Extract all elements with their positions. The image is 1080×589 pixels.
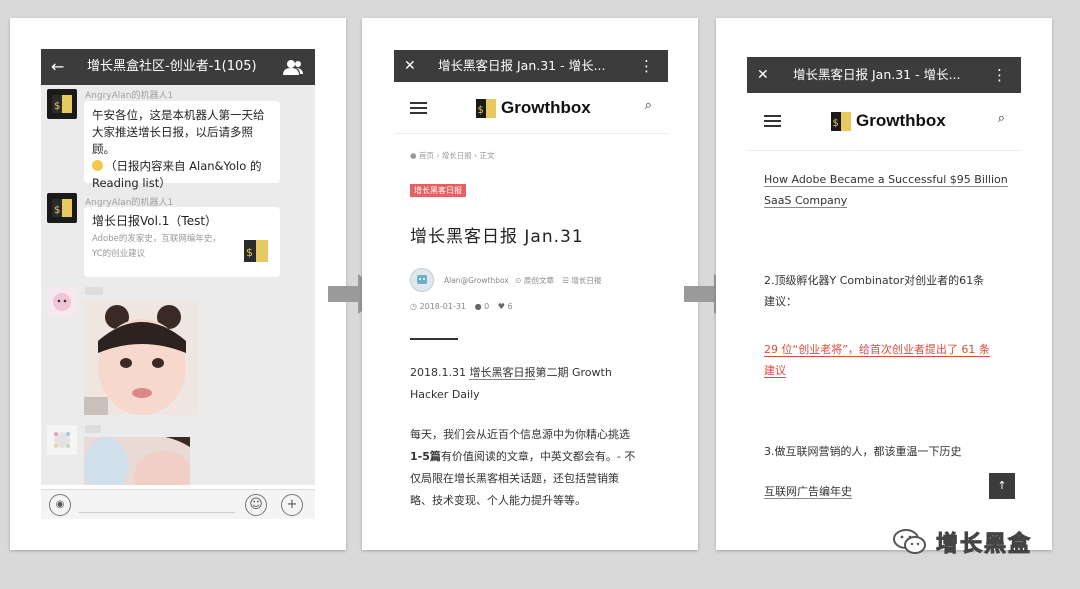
like-count: 6 [507,302,513,311]
page-title: 增长黑客日报 Jan.31 - 增长... [438,58,606,73]
growthbox-logo-icon[interactable]: $ [829,109,853,133]
breadcrumb: ● 首页 › 增长日报 › 正文 [410,150,495,161]
more-options-icon[interactable]: ⋮ [639,50,654,82]
author-name[interactable]: Alan@Growthbox [444,276,509,285]
browser-top-bar: ✕ 增长黑客日报 Jan.31 - 增长... ⋮ [394,50,668,82]
svg-text:$: $ [54,205,60,216]
bot-avatar[interactable]: $ [47,89,77,119]
message-sender: AngryAlan的机器人1 [85,91,174,101]
link-card-message[interactable]: 增长日报Vol.1（Test） Adobe的发家史，互联网编年史， YC的创业建… [84,207,280,277]
title-divider [410,338,458,340]
breadcrumb-category[interactable]: 增长日报 [442,151,472,160]
chat-message-list[interactable]: $ AngryAlan的机器人1 午安各位，这是本机器人第一天给 大家推送增长日… [41,85,315,485]
category-list-icon: ☰ [562,276,569,285]
site-logo-text[interactable]: Growthbox [856,111,946,131]
publish-date: 2018-01-31 [419,302,467,311]
browser-top-bar: ✕ 增长黑客日报 Jan.31 - 增长... ⋮ [747,57,1021,93]
message-line: 午安各位，这是本机器人第一天给 [92,108,265,122]
location-pin-icon: ● [410,151,417,160]
heart-icon[interactable]: ♥ [498,302,505,311]
comment-icon: ● [474,302,482,311]
card-title: 增长日报Vol.1（Test） [92,214,218,228]
photo-message-child[interactable] [84,301,198,415]
message-input-line[interactable] [79,495,235,513]
bot-avatar[interactable]: $ [47,193,77,223]
comment-count: 0 [484,302,490,311]
breadcrumb-home[interactable]: 首页 [419,151,434,160]
hamburger-menu-icon[interactable] [764,115,781,127]
back-to-top-button[interactable]: ↑ [989,473,1015,499]
article-inline-link[interactable]: 增长黑客日报 [469,366,536,380]
emoji-icon[interactable]: ☺ [245,494,267,516]
site-header: $ Growthbox ⌕ [747,93,1021,151]
article-meta: Alan@Growthbox ⊙ 原创文章 ☰ 增长日报 [444,275,601,286]
article-title: 增长黑客日报 Jan.31 [410,227,584,247]
photo-message-partial[interactable] [84,437,190,485]
group-members-icon[interactable] [283,59,303,75]
original-icon: ⊙ [515,276,522,285]
author-avatar[interactable] [410,268,434,292]
sender-name-blurred [85,287,103,295]
svg-text:$: $ [246,246,253,259]
close-icon[interactable]: ✕ [757,57,769,93]
voice-input-icon[interactable]: ◉ [49,494,71,516]
growthbox-logo-icon[interactable]: $ [474,96,498,120]
baby-emoji-icon [92,160,103,171]
article-category[interactable]: 增长日报 [571,276,601,285]
sender-name-blurred [85,425,101,433]
svg-text:$: $ [54,101,60,112]
article-paragraph: 每天，我们会从近百个信息源中为你精心挑选 1-5篇有价值阅读的文章，中英文都会有… [410,428,636,507]
article-link-adobe[interactable]: How Adobe Became a Successful $95 Billio… [764,169,1008,211]
list-item-yc: 2.顶级孵化器Y Combinator对创业者的61条 建议： [764,274,985,308]
watermark-text: 增长黑盒 [935,532,1033,558]
card-thumbnail: $ [240,235,272,267]
back-icon[interactable]: ← [51,49,64,85]
more-options-icon[interactable]: ⋮ [992,57,1007,93]
message-line: Reading list） [92,176,171,190]
chat-screen: ← 增长黑盒社区-创业者-1(105) $ AngryAlan的机器人1 午安各… [41,49,315,519]
wechat-logo-icon [893,529,926,554]
article-links-screenshot-panel: ✕ 增长黑客日报 Jan.31 - 增长... ⋮ $ Growthbox ⌕ … [716,18,1052,550]
chat-input-bar: ◉ ☺ + [41,489,315,519]
card-description: Adobe的发家史，互联网编年史， YC的创业建议 [92,234,221,259]
site-header: $ Growthbox ⌕ [394,82,668,134]
clock-icon: ◷ [410,302,417,311]
original-label: 原创文章 [523,276,554,285]
chat-screenshot-panel: ← 增长黑盒社区-创业者-1(105) $ AngryAlan的机器人1 午安各… [10,18,346,550]
article-paragraph: 2018.1.31 增长黑客日报第二期 Growth Hacker Daily [410,366,612,401]
article-link-yc[interactable]: 29 位“创业老将”，给首次创业者提出了 61 条 建议 [764,339,990,381]
text-message-bubble[interactable]: 午安各位，这是本机器人第一天给 大家推送增长日报，以后请多照顾。 （日报内容来自… [84,101,280,190]
user-avatar[interactable] [47,425,77,455]
add-more-icon[interactable]: + [281,494,303,516]
article-stats: ◷ 2018-01-31 ● 0 ♥ 6 [410,302,513,311]
message-line: 大家推送增长日报，以后请多照顾。 [92,125,253,156]
search-icon[interactable]: ⌕ [645,98,652,113]
chat-top-bar: ← 增长黑盒社区-创业者-1(105) [41,49,315,85]
user-avatar[interactable] [47,287,77,317]
site-logo-text[interactable]: Growthbox [501,98,591,118]
svg-text:$: $ [833,118,839,129]
article-screen: ✕ 增长黑客日报 Jan.31 - 增长... ⋮ $ Growthbox ⌕ … [394,50,668,528]
article-screenshot-panel: ✕ 增长黑客日报 Jan.31 - 增长... ⋮ $ Growthbox ⌕ … [362,18,698,550]
bold-text: 1-5篇 [410,450,441,463]
page-title: 增长黑客日报 Jan.31 - 增长... [793,67,961,82]
article-links-screen: ✕ 增长黑客日报 Jan.31 - 增长... ⋮ $ Growthbox ⌕ … [747,57,1021,515]
hamburger-menu-icon[interactable] [410,102,427,114]
search-icon[interactable]: ⌕ [998,111,1005,126]
svg-text:$: $ [478,105,484,116]
article-link-ad-history[interactable]: 互联网广告编年史 [764,481,852,502]
close-icon[interactable]: ✕ [404,50,416,82]
list-item-history: 3.做互联网营销的人，都该重温一下历史 [764,445,962,458]
chat-title: 增长黑盒社区-创业者-1(105) [87,59,257,74]
breadcrumb-current: 正文 [479,151,495,160]
category-tag[interactable]: 增长黑客日报 [410,184,466,197]
message-line: （日报内容来自 Alan&Yolo 的 [92,158,272,175]
